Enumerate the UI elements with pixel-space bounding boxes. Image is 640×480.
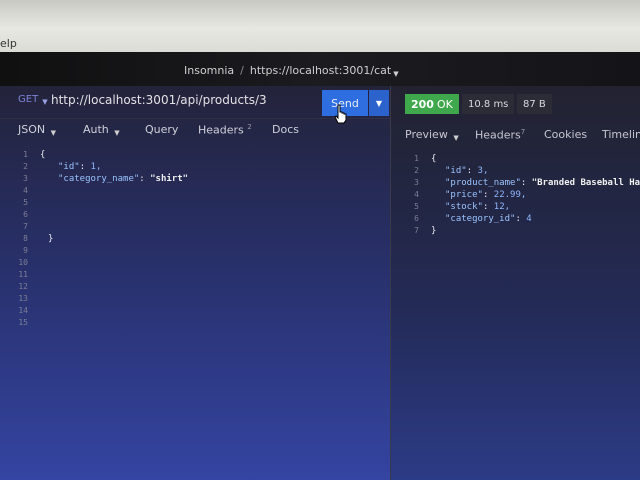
chevron-down-icon: ▼ (453, 134, 459, 142)
chevron-down-icon: ▼ (42, 98, 48, 106)
code-text: "stock": 12, (445, 202, 511, 212)
tab-response-headers[interactable]: Headers7 (475, 128, 525, 142)
json-key: "stock" (445, 202, 483, 212)
response-time: 10.8 ms (462, 94, 515, 114)
json-key: "id" (58, 162, 80, 172)
json-value: 22.99, (493, 190, 527, 200)
line-number: 10 (18, 258, 28, 267)
breadcrumb-separator: / (240, 64, 244, 77)
code-text: "category_name": "shirt" (58, 174, 189, 184)
json-key: "id" (445, 166, 467, 176)
code-text: } (48, 233, 53, 245)
code-text: } (431, 225, 436, 237)
headers-count-badge: 2 (247, 123, 252, 131)
tab-body-json[interactable]: JSON ▼ (18, 123, 57, 137)
json-value: 4 (526, 214, 532, 224)
request-pane: GET ▼ http://localhost:3001/api/products/… (0, 86, 390, 480)
status-badge: 200 OK (405, 94, 459, 114)
tab-preview[interactable]: Preview ▼ (405, 128, 459, 142)
tab-label: Preview (405, 128, 448, 141)
json-key: "category_id" (445, 214, 516, 224)
code-text: "id": 1, (58, 162, 102, 172)
json-value: "shirt" (150, 174, 189, 184)
chevron-down-icon: ▼ (114, 129, 120, 137)
line-number: 7 (23, 222, 28, 231)
chevron-down-icon: ▼ (50, 129, 57, 137)
response-tabs: Preview ▼ Headers7 Cookies Timeline (391, 120, 640, 146)
code-token: { (431, 154, 437, 164)
line-number: 5 (23, 198, 28, 207)
line-number: 2 (414, 166, 419, 175)
line-number: 4 (23, 186, 28, 195)
response-status-row: 200 OK 10.8 ms 87 B (391, 86, 640, 118)
response-size: 87 B (517, 94, 552, 114)
tab-cookies[interactable]: Cookies (544, 128, 587, 141)
line-number: 6 (23, 210, 28, 219)
url-input[interactable]: http://localhost:3001/api/products/3 (51, 93, 267, 107)
code-text: "category_id": 4 (445, 214, 532, 224)
method-label: GET (18, 94, 39, 105)
line-number: 1 (414, 154, 419, 163)
line-number: 14 (18, 306, 28, 315)
code-text: { (40, 149, 45, 161)
send-options-button[interactable]: ▼ (369, 90, 389, 116)
line-number: 12 (18, 282, 28, 291)
tab-label: Headers (198, 123, 244, 137)
tab-query[interactable]: Query (145, 123, 178, 136)
line-number: 11 (18, 270, 28, 279)
response-headers-count-badge: 7 (520, 128, 526, 136)
json-value: 12, (493, 202, 511, 212)
line-number: 1 (23, 150, 28, 159)
line-number: 4 (414, 190, 419, 199)
url-bar: GET ▼ http://localhost:3001/api/products/… (0, 86, 390, 119)
hand-cursor-icon (334, 104, 347, 124)
code-text: "product_name": "Branded Baseball Hat", (445, 177, 640, 189)
menu-bar: elp (0, 0, 640, 52)
menu-item-help[interactable]: elp (0, 37, 17, 50)
code-text: "id": 3, (445, 166, 489, 176)
tab-timeline[interactable]: Timeline (602, 128, 640, 141)
code-token: { (40, 150, 46, 160)
line-number: 13 (18, 294, 28, 303)
status-code: 200 (411, 97, 434, 111)
app-title: Insomnia (184, 64, 235, 77)
breadcrumb: Insomnia / https://localhost:3001/cat ▼ (184, 64, 399, 78)
tab-headers[interactable]: Headers 2 (198, 123, 252, 137)
json-key: "price" (445, 190, 483, 200)
code-text: { (431, 153, 436, 165)
line-number: 3 (23, 174, 28, 183)
tab-auth[interactable]: Auth ▼ (83, 123, 120, 137)
code-text: "price": 22.99, (445, 190, 527, 200)
line-number: 15 (18, 318, 28, 327)
insomnia-window: elp Insomnia / https://localhost:3001/ca… (0, 0, 640, 480)
chevron-down-icon: ▼ (375, 98, 383, 108)
tab-docs[interactable]: Docs (272, 123, 299, 136)
tab-label: Headers (475, 128, 521, 142)
json-value: 1, (90, 162, 102, 172)
workspace-label: https://localhost:3001/cat (249, 64, 392, 77)
json-value: "Branded Baseball Hat", (531, 178, 640, 188)
response-pane: 200 OK 10.8 ms 87 B Preview ▼ Headers7 C… (390, 86, 640, 480)
method-dropdown[interactable]: GET ▼ (18, 94, 48, 106)
json-key: "category_name" (58, 174, 140, 184)
line-number: 9 (23, 246, 28, 255)
line-number: 7 (414, 226, 419, 235)
tab-label: JSON (18, 123, 46, 136)
line-number: 5 (414, 202, 419, 211)
status-text: OK (436, 97, 453, 111)
json-key: "product_name" (445, 178, 521, 188)
request-tabs: JSON ▼ Auth ▼ Query Headers 2 Docs (0, 120, 390, 144)
title-bar: Insomnia / https://localhost:3001/cat ▼ (0, 52, 640, 86)
line-number: 3 (414, 178, 419, 187)
workspace-name[interactable]: https://localhost:3001/cat ▼ (249, 64, 399, 78)
line-number: 2 (23, 162, 28, 171)
code-token: } (48, 234, 54, 244)
line-number: 6 (414, 214, 419, 223)
tab-label: Auth (83, 123, 109, 136)
chevron-down-icon: ▼ (393, 70, 399, 78)
code-token: } (431, 226, 437, 236)
json-value: 3, (477, 166, 489, 176)
line-number: 8 (23, 234, 28, 243)
